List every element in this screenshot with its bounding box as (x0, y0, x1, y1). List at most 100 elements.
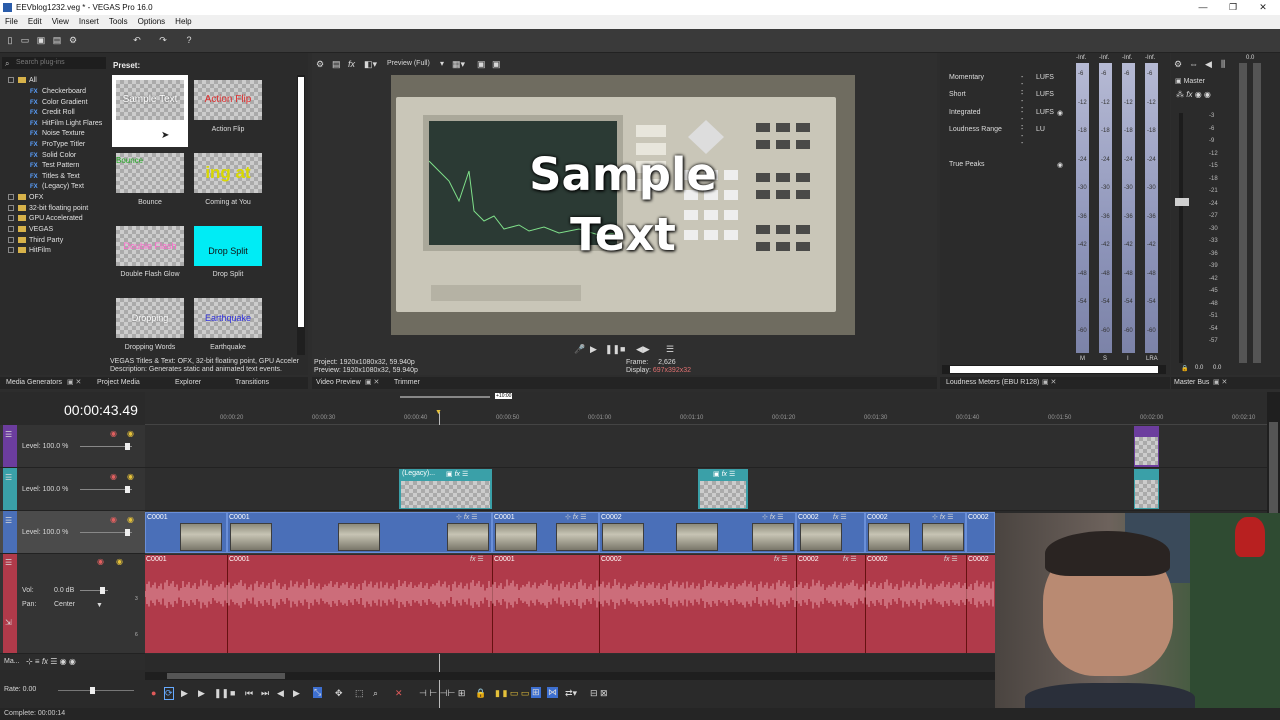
clip-fx-icons[interactable]: fx ☰ (944, 555, 958, 563)
track-lane-1[interactable] (145, 425, 1267, 468)
plugin-search-input[interactable]: Search plug-ins (2, 57, 106, 69)
preview-play-icon[interactable]: ▶ (590, 344, 597, 355)
master-lock-icon[interactable]: 🔒 (1181, 365, 1188, 372)
preview-fx-icon[interactable]: fx (348, 59, 355, 69)
timeline-ruler[interactable]: +10:00 00:00:20 00:00:30 00:00:40 00:00:50 0… (145, 392, 1267, 425)
menu-tools[interactable]: Tools (104, 15, 133, 29)
rate-slider[interactable] (58, 687, 134, 694)
tab-media-generators[interactable]: Media Generators (6, 377, 62, 389)
track-header-2[interactable]: ☰ ◉ ◉ Level: 100.0 % (0, 468, 145, 511)
preset-thumb-dropping-words[interactable]: Dropping (116, 298, 184, 338)
audio-vol-slider[interactable] (80, 587, 108, 594)
menu-edit[interactable]: Edit (23, 15, 47, 29)
lock-icon[interactable]: 🔒 (475, 688, 486, 699)
tab-close-icon[interactable]: ▣ ✕ (1213, 377, 1227, 389)
tree-item-third-party[interactable]: Third Party (8, 236, 63, 246)
track-solo-icon[interactable]: ◉ (127, 515, 134, 524)
maximize-button[interactable]: ❐ (1218, 0, 1248, 15)
delete-icon[interactable]: ✕ (395, 688, 403, 699)
preview-quality-chevron-icon[interactable]: ▾ (440, 59, 444, 68)
menu-file[interactable]: File (0, 15, 23, 29)
selection-tool-icon[interactable]: ⬚ (355, 688, 364, 699)
preset-thumb-double-flash[interactable]: Double Flash (116, 226, 184, 266)
undo-icon[interactable]: ↶ (132, 35, 142, 45)
tab-close-icon[interactable]: ▣ ✕ (67, 377, 81, 389)
snapping-icon[interactable]: ⊞ (531, 687, 541, 698)
preset-scrollbar[interactable] (297, 75, 305, 355)
track-mute-icon[interactable]: ◉ (110, 515, 117, 524)
master-fader-handle[interactable] (1175, 198, 1189, 206)
clip-fx-icons[interactable]: fx ☰ (833, 513, 847, 521)
track-header-3[interactable]: ☰ ◉ ◉ Level: 100.0 % (0, 511, 145, 554)
true-peak-dot-icon[interactable]: ◉ (1057, 161, 1063, 169)
audio-arm-icon[interactable]: ⇲ (5, 618, 12, 627)
track-mute-icon[interactable]: ◉ (110, 472, 117, 481)
expand-icon[interactable] (8, 77, 14, 84)
tree-item-noise-texture[interactable]: FX Noise Texture (30, 129, 85, 139)
record-icon[interactable]: ● (151, 688, 156, 698)
clip-fx-icons[interactable]: fx ☰ (774, 555, 788, 563)
prev-frame-icon[interactable]: ◀ (277, 688, 284, 699)
clip-fx-icons[interactable]: ⊹ fx ☰ (565, 513, 587, 521)
envelope-tool-icon[interactable]: ✥ (335, 688, 343, 699)
trim-icons[interactable]: ⊣ ⊢ ⊣⊢ ⊞ (419, 688, 465, 699)
expand-icon[interactable] (8, 247, 14, 254)
save-icon[interactable]: ▣ (36, 35, 46, 45)
record-mic-icon[interactable]: 🎤 (574, 344, 585, 355)
master-gear-icon[interactable]: ⚙ (1174, 59, 1182, 70)
reset-dot-icon[interactable]: ◉ (1057, 109, 1063, 117)
new-project-icon[interactable]: ▯ (5, 35, 15, 45)
what-is-this-icon[interactable]: ? (184, 35, 194, 45)
clip-fx-icons[interactable]: fx ☰ (843, 555, 857, 563)
master-speaker-icon[interactable]: ◀ (1205, 59, 1212, 70)
track-level-slider[interactable] (80, 443, 132, 450)
bottom-tool-icons[interactable]: ⊹ ≡ fx ☰ ◉ ◉ (26, 657, 76, 666)
tree-item-hitfilm-light-flares[interactable]: FX HitFilm Light Flares (30, 119, 102, 129)
go-to-start-icon[interactable]: ⏮ (245, 688, 253, 699)
preview-menu-icon[interactable]: ☰ (666, 344, 674, 355)
minimize-button[interactable]: — (1188, 0, 1218, 15)
expand-icon[interactable] (8, 194, 14, 201)
master-eq-icon[interactable]: ⫼ (1221, 59, 1225, 70)
preview-prev-frame-icon[interactable]: ◀▶ (636, 344, 650, 355)
expand-icon[interactable] (8, 215, 14, 222)
tree-item-color-gradient[interactable]: FX Color Gradient (30, 98, 88, 108)
master-insert-icons[interactable]: ⁂ fx ◉ ◉ (1176, 90, 1211, 99)
tree-item-hitfilm[interactable]: HitFilm (8, 246, 51, 256)
clip-fx-icons[interactable]: ⊹ fx ☰ (456, 513, 478, 521)
preset-thumb-drop-split[interactable]: Drop Split (194, 226, 262, 266)
tab-close-icon[interactable]: ▣ ✕ (365, 377, 379, 389)
expand-icon[interactable] (8, 226, 14, 233)
clip-fx-icons[interactable]: ⊹ fx ☰ (762, 513, 784, 521)
save-snapshot-icon[interactable]: ▣ (492, 59, 501, 70)
track-mute-icon[interactable]: ◉ (97, 557, 104, 566)
track-menu-icon[interactable]: ☰ (5, 430, 12, 439)
tree-item-solid-color[interactable]: FX Solid Color (30, 151, 76, 161)
audio-track-header[interactable]: ☰ ◉ ◉ Vol: 0.0 dB Pan: Center ▼ ⇲ (0, 554, 145, 654)
tab-close-icon[interactable]: ▣ ✕ (1042, 377, 1056, 389)
text-event-clip-2[interactable]: ▣ fx ☰ (698, 469, 748, 509)
tree-item-gpu[interactable]: GPU Accelerated (8, 214, 83, 224)
tab-video-preview[interactable]: Video Preview (316, 377, 361, 389)
marker-icons[interactable]: ▮ ▮ ▭ ▭ (495, 688, 529, 699)
preset-thumb-earthquake[interactable]: Earthquake (194, 298, 262, 338)
track-solo-icon[interactable]: ◉ (127, 429, 134, 438)
tree-item-legacy-text[interactable]: FX (Legacy) Text (30, 182, 84, 192)
copy-snapshot-icon[interactable]: ▣ (477, 59, 486, 70)
tree-item-all[interactable]: All (8, 76, 37, 86)
menu-view[interactable]: View (47, 15, 74, 29)
track-menu-icon[interactable]: ☰ (5, 516, 12, 525)
track-solo-icon[interactable]: ◉ (127, 472, 134, 481)
pause-icon[interactable]: ❚❚ (214, 688, 229, 699)
master-fader-track[interactable] (1179, 113, 1183, 363)
normal-edit-tool-icon[interactable]: ⤡ (313, 687, 323, 698)
tree-item-test-pattern[interactable]: FX Test Pattern (30, 161, 79, 171)
auto-crossfade-icon[interactable]: ⋈ (547, 687, 558, 698)
tree-item-checkerboard[interactable]: FX Checkerboard (30, 87, 86, 97)
play-from-start-icon[interactable]: ▶ (181, 688, 188, 699)
next-frame-icon[interactable]: ▶ (293, 688, 300, 699)
track-level-slider[interactable] (80, 486, 132, 493)
tab-explorer[interactable]: Explorer (175, 377, 201, 389)
audio-pan-slider-icon[interactable]: ▼ (96, 602, 103, 609)
track-menu-icon[interactable]: ☰ (5, 473, 12, 482)
